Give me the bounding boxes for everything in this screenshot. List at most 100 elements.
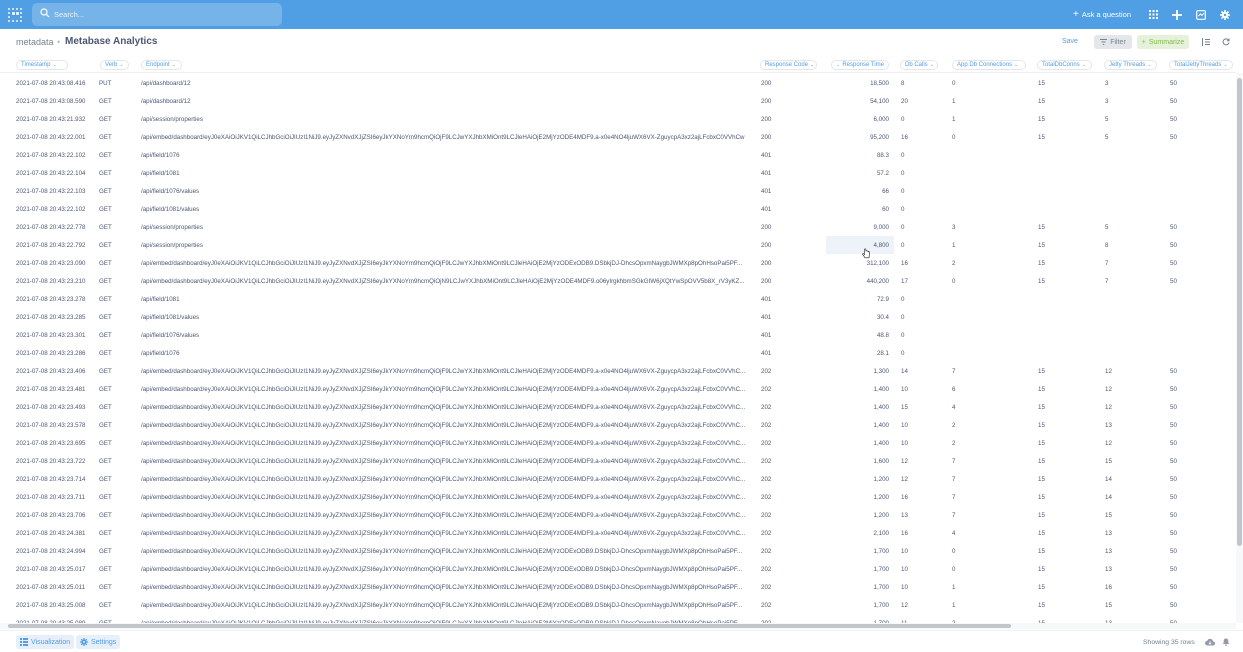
cell-response-code[interactable]: 401 [761,170,801,177]
cell-total-jetty-threads[interactable]: 50 [1170,260,1210,267]
cell-db-calls[interactable]: 0 [901,314,941,321]
cell-app-db-connections[interactable]: 4 [952,530,1012,537]
activity-button[interactable] [1194,0,1208,29]
cell-endpoint[interactable]: /api/field/1081/values [141,206,749,213]
table-row[interactable]: 2021-07-08 20:43:23.210 GET/api/embed/das… [0,272,1236,290]
cell-db-calls[interactable]: 16 [901,134,941,141]
cell-timestamp[interactable]: 2021-07-08 20:43:24.381 [16,530,96,537]
cell-total-db-conns[interactable]: 15 [1038,494,1078,501]
table-row[interactable]: 2021-07-08 20:43:23.286 GET/api/field/107… [0,344,1236,362]
table-row[interactable]: 2021-07-08 20:43:22.102 GET/api/field/107… [0,146,1236,164]
cell-verb[interactable]: GET [99,512,137,519]
search-input[interactable] [54,6,274,23]
cell-timestamp[interactable]: 2021-07-08 20:43:22.778 [16,224,96,231]
cell-response-code[interactable]: 202 [761,440,801,447]
cell-verb[interactable]: GET [99,188,137,195]
cell-response-code[interactable]: 200 [761,242,801,249]
cell-endpoint[interactable]: /api/session/properties [141,242,749,249]
table-row[interactable]: 2021-07-08 20:43:23.090 GET/api/embed/das… [0,254,1236,272]
cell-total-jetty-threads[interactable]: 50 [1170,566,1210,573]
cell-response-code[interactable]: 202 [761,530,801,537]
cell-total-jetty-threads[interactable]: 50 [1170,602,1210,609]
cell-jetty-threads[interactable]: 5 [1105,224,1145,231]
cell-response-time[interactable]: 48.8 [832,332,889,339]
cell-total-db-conns[interactable]: 15 [1038,404,1078,411]
cell-app-db-connections[interactable]: 1 [952,242,1012,249]
cell-timestamp[interactable]: 2021-07-08 20:43:23.278 [16,296,96,303]
cell-response-code[interactable]: 200 [761,116,801,123]
cell-response-time[interactable]: 1,200 [832,476,889,483]
cell-jetty-threads[interactable]: 13 [1105,566,1145,573]
cell-response-code[interactable]: 202 [761,602,801,609]
cell-total-db-conns[interactable]: 15 [1038,368,1078,375]
cell-verb[interactable]: GET [99,152,137,159]
cell-timestamp[interactable]: 2021-07-08 20:43:23.695 [16,440,96,447]
cell-response-time[interactable]: 88.3 [832,152,889,159]
cell-app-db-connections[interactable]: 7 [952,458,1012,465]
cell-response-code[interactable]: 202 [761,476,801,483]
cell-verb[interactable]: GET [99,332,137,339]
table-row[interactable]: 2021-07-08 20:43:22.792 GET/api/session/p… [0,236,1236,254]
cell-verb[interactable]: GET [99,206,137,213]
cell-response-time[interactable]: 1,300 [832,368,889,375]
table-row[interactable]: 2021-07-08 20:43:22.778 GET/api/session/p… [0,218,1236,236]
cell-db-calls[interactable]: 10 [901,584,941,591]
table-row[interactable]: 2021-07-08 20:43:23.406 GET/api/embed/das… [0,362,1236,380]
settings-button[interactable] [1218,0,1232,29]
apps-grid-button[interactable] [1146,0,1160,29]
cell-response-code[interactable]: 401 [761,296,801,303]
cell-db-calls[interactable]: 17 [901,278,941,285]
cell-response-code[interactable]: 200 [761,80,801,87]
new-item-button[interactable] [1170,0,1184,29]
column-header-app-db-connections[interactable]: App Db Connections ⌄ [952,60,1026,70]
cell-jetty-threads[interactable]: 15 [1105,458,1145,465]
table-row[interactable]: 2021-07-08 20:43:08.416 PUT/api/dashboard… [0,74,1236,92]
table-row[interactable]: 2021-07-08 20:43:25.089GET/api/embed/das… [0,614,1236,623]
cell-timestamp[interactable]: 2021-07-08 20:43:22.103 [16,188,96,195]
cell-response-time[interactable]: 1,400 [832,440,889,447]
cell-response-time[interactable]: 440,200 [832,278,889,285]
cell-total-db-conns[interactable]: 15 [1038,116,1078,123]
cell-endpoint[interactable]: /api/embed/dashboard/eyJ0eXAiOiJKV1QiLCJ… [141,566,749,573]
cell-response-code[interactable]: 202 [761,566,801,573]
cell-endpoint[interactable]: /api/embed/dashboard/eyJ0eXAiOiJKV1QiLCJ… [141,530,749,537]
cell-endpoint[interactable]: /api/session/properties [141,116,749,123]
cell-response-code[interactable]: 202 [761,458,801,465]
cell-response-time[interactable]: 95,200 [832,134,889,141]
cell-endpoint[interactable]: /api/embed/dashboard/eyJ0eXAiOiJKV1QiLCJ… [141,584,749,591]
cell-total-jetty-threads[interactable]: 50 [1170,80,1210,87]
cell-app-db-connections[interactable]: 7 [952,512,1012,519]
cell-timestamp[interactable]: 2021-07-08 20:43:23.286 [16,350,96,357]
cell-total-jetty-threads[interactable]: 50 [1170,242,1210,249]
cell-response-time[interactable]: 18,500 [832,80,889,87]
refresh-icon[interactable] [1222,38,1230,46]
table-row[interactable]: 2021-07-08 20:43:25.011 GET/api/embed/das… [0,578,1236,596]
cell-response-code[interactable]: 202 [761,368,801,375]
cell-response-time[interactable]: 1,200 [832,494,889,501]
cell-jetty-threads[interactable]: 5 [1105,134,1145,141]
cell-db-calls[interactable]: 8 [901,80,941,87]
cell-timestamp[interactable]: 2021-07-08 20:43:25.017 [16,566,96,573]
cell-response-code[interactable]: 401 [761,152,801,159]
cell-timestamp[interactable]: 2021-07-08 20:43:23.706 [16,512,96,519]
cell-endpoint[interactable]: /api/field/1076/values [141,188,749,195]
cell-timestamp[interactable]: 2021-07-08 20:43:23.493 [16,404,96,411]
cell-db-calls[interactable]: 15 [901,404,941,411]
cell-jetty-threads[interactable]: 7 [1105,260,1145,267]
cell-total-jetty-threads[interactable]: 50 [1170,458,1210,465]
cell-verb[interactable]: GET [99,476,137,483]
cell-total-jetty-threads[interactable]: 50 [1170,368,1210,375]
cell-verb[interactable]: GET [99,458,137,465]
cell-app-db-connections[interactable]: 1 [952,116,1012,123]
cell-total-db-conns[interactable]: 15 [1038,80,1078,87]
save-button[interactable]: Save [1062,38,1078,45]
cell-total-db-conns[interactable]: 15 [1038,278,1078,285]
cell-timestamp[interactable]: 2021-07-08 20:43:22.792 [16,242,96,249]
cell-endpoint[interactable]: /api/embed/dashboard/eyJ0eXAiOiJKV1QiLCJ… [141,512,749,519]
visualization-button[interactable]: Visualization [16,635,75,649]
cell-total-jetty-threads[interactable]: 50 [1170,440,1210,447]
cell-endpoint[interactable]: /api/field/1081 [141,170,749,177]
cell-total-jetty-threads[interactable]: 50 [1170,422,1210,429]
cell-app-db-connections[interactable]: 0 [952,134,1012,141]
cell-endpoint[interactable]: /api/embed/dashboard/eyJ0eXAiOiJKV1QiLCJ… [141,602,749,609]
